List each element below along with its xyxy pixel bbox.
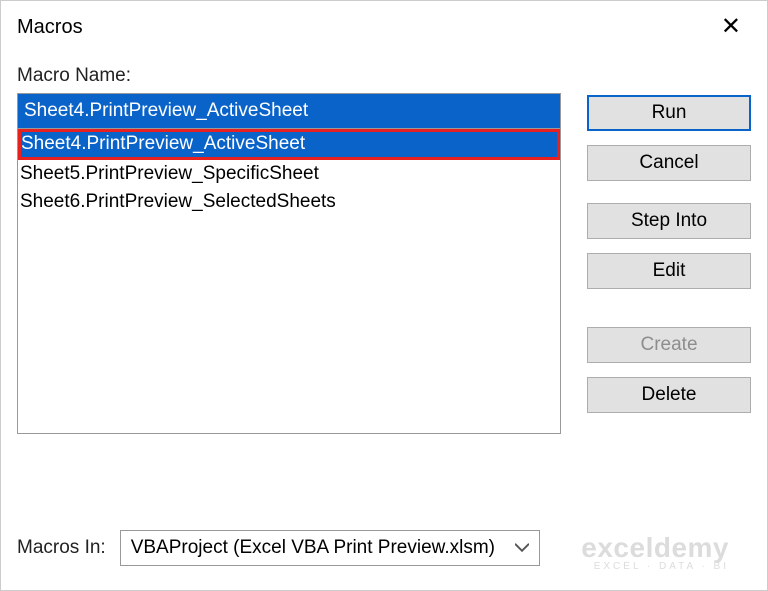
cancel-button[interactable]: Cancel xyxy=(587,145,751,181)
macro-name-label: Macro Name: xyxy=(17,65,561,87)
dialog-title: Macros xyxy=(17,16,83,39)
macros-in-row: Macros In: VBAProject (Excel VBA Print P… xyxy=(17,530,540,566)
titlebar: Macros ✕ xyxy=(1,1,767,49)
macros-in-label: Macros In: xyxy=(17,537,106,559)
edit-button[interactable]: Edit xyxy=(587,253,751,289)
create-button: Create xyxy=(587,327,751,363)
dialog-body: Macro Name: Sheet4.PrintPreview_ActiveSh… xyxy=(1,49,767,434)
macro-list-item[interactable]: Sheet6.PrintPreview_SelectedSheets xyxy=(18,188,560,217)
macros-in-combobox[interactable]: VBAProject (Excel VBA Print Preview.xlsm… xyxy=(120,530,540,566)
macros-in-value: VBAProject (Excel VBA Print Preview.xlsm… xyxy=(131,537,495,559)
button-column: Run Cancel Step Into Edit Create Delete xyxy=(587,65,751,434)
step-into-button[interactable]: Step Into xyxy=(587,203,751,239)
run-button[interactable]: Run xyxy=(587,95,751,131)
chevron-down-icon xyxy=(505,531,539,565)
watermark-line1: exceldemy xyxy=(581,534,729,562)
close-icon[interactable]: ✕ xyxy=(711,11,751,43)
macro-list-item[interactable]: Sheet5.PrintPreview_SpecificSheet xyxy=(18,160,560,189)
delete-button[interactable]: Delete xyxy=(587,377,751,413)
watermark-line2: EXCEL · DATA · BI xyxy=(581,562,729,572)
macro-list-item[interactable]: Sheet4.PrintPreview_ActiveSheet xyxy=(18,129,560,160)
macro-name-input[interactable] xyxy=(17,93,561,129)
left-column: Macro Name: Sheet4.PrintPreview_ActiveSh… xyxy=(17,65,561,434)
macro-list[interactable]: Sheet4.PrintPreview_ActiveSheetSheet5.Pr… xyxy=(17,129,561,434)
watermark: exceldemy EXCEL · DATA · BI xyxy=(581,534,729,572)
